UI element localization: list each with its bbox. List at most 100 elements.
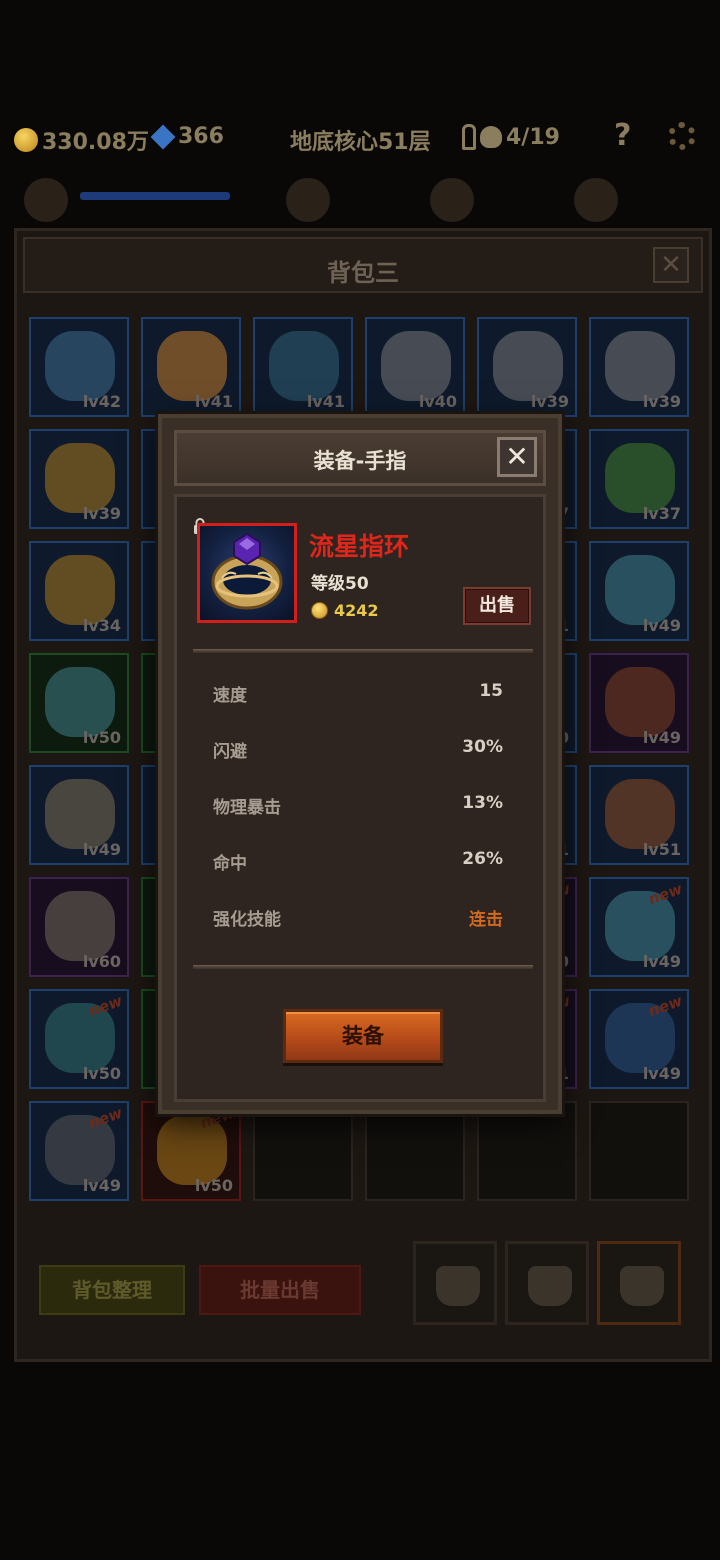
bag-close-button[interactable]: ✕ xyxy=(653,247,689,283)
hero-portrait[interactable] xyxy=(286,178,330,222)
item-thumbnail xyxy=(45,891,115,961)
stat-label: 速度 xyxy=(213,686,247,706)
item-thumbnail xyxy=(45,331,115,401)
inventory-slot[interactable]: lv34 xyxy=(29,541,129,641)
slot-level: lv40 xyxy=(418,392,457,411)
inventory-slot[interactable]: lv49 xyxy=(29,765,129,865)
dialog-body: 流星指环 等级50 4242 出售 速度 15 闪避 30% 物理暴击 13% 命中 26% 强… xyxy=(174,494,546,1102)
slot-level: lv60 xyxy=(82,952,121,971)
slot-level: lv49 xyxy=(642,952,681,971)
stat-value: 15 xyxy=(479,681,503,701)
bag-tab-3[interactable] xyxy=(597,1241,681,1325)
kill-counter: 4/19 xyxy=(462,124,560,150)
sort-bag-button[interactable]: 背包整理 xyxy=(39,1265,185,1315)
help-button[interactable]: ? xyxy=(614,118,631,153)
slot-level: lv49 xyxy=(82,1176,121,1195)
hero-strip xyxy=(10,176,710,226)
inventory-slot[interactable]: lv49 xyxy=(589,653,689,753)
inventory-slot[interactable]: lv39 xyxy=(29,429,129,529)
resource-bar: 330.08万 366 地底核心51层 4/19 ? xyxy=(0,112,720,162)
slot-level: lv42 xyxy=(82,392,121,411)
inventory-slot[interactable]: lv49 xyxy=(589,541,689,641)
inventory-slot[interactable]: lv51 xyxy=(589,765,689,865)
inventory-slot[interactable]: lv42 xyxy=(29,317,129,417)
gold-coin-icon xyxy=(14,128,38,152)
bag-title-bar: 背包三 ✕ xyxy=(23,237,703,293)
slot-level: lv49 xyxy=(642,728,681,747)
hero-portrait[interactable] xyxy=(430,178,474,222)
inventory-slot[interactable]: lv50 xyxy=(29,653,129,753)
stat-label: 闪避 xyxy=(213,742,247,762)
bag-tab-2[interactable] xyxy=(505,1241,589,1325)
inventory-slot[interactable]: lv49 new xyxy=(29,1101,129,1201)
inventory-slot[interactable]: lv50 new xyxy=(141,1101,241,1201)
inventory-slot[interactable] xyxy=(365,1101,465,1201)
item-thumbnail xyxy=(605,667,675,737)
stat-row: 命中 26% xyxy=(213,845,503,875)
item-icon-frame xyxy=(197,523,297,623)
slot-level: lv39 xyxy=(530,392,569,411)
location-text: 地底核心51层 xyxy=(290,130,431,155)
gold-counter: 330.08万 xyxy=(14,124,149,156)
slot-level: lv51 xyxy=(642,840,681,859)
divider xyxy=(193,965,533,969)
stat-value: 26% xyxy=(462,849,503,869)
inventory-slot[interactable]: lv50 new xyxy=(29,989,129,1089)
inventory-slot[interactable]: lv60 xyxy=(29,877,129,977)
item-thumbnail xyxy=(45,667,115,737)
stat-value: 连击 xyxy=(469,910,503,930)
stat-label: 强化技能 xyxy=(213,910,281,930)
inventory-slot[interactable]: lv40 xyxy=(365,317,465,417)
item-level: 等级50 xyxy=(311,574,369,594)
ring-icon xyxy=(211,532,283,610)
inventory-slot[interactable]: lv39 xyxy=(477,317,577,417)
item-thumbnail xyxy=(45,443,115,513)
inventory-slot[interactable] xyxy=(477,1101,577,1201)
inventory-slot[interactable]: lv49 new xyxy=(589,877,689,977)
bulk-sell-button[interactable]: 批量出售 xyxy=(199,1265,361,1315)
bag-title: 背包三 xyxy=(327,259,399,287)
kill-count: 4/19 xyxy=(506,124,560,150)
item-thumbnail xyxy=(605,779,675,849)
gear-icon xyxy=(668,122,696,150)
dialog-close-button[interactable]: ✕ xyxy=(497,437,537,477)
bag-tab-1[interactable] xyxy=(413,1241,497,1325)
stat-row: 强化技能 连击 xyxy=(213,901,503,931)
equip-button[interactable]: 装备 xyxy=(283,1009,443,1063)
slot-level: lv37 xyxy=(642,504,681,523)
question-mark-icon: ? xyxy=(614,118,632,153)
item-thumbnail xyxy=(45,779,115,849)
hero-portrait[interactable] xyxy=(24,178,68,222)
stat-row: 物理暴击 13% xyxy=(213,789,503,819)
inventory-slot[interactable] xyxy=(589,1101,689,1201)
stat-value: 30% xyxy=(462,737,503,757)
slot-level: lv39 xyxy=(642,392,681,411)
slot-level: lv50 xyxy=(82,728,121,747)
inventory-slot[interactable]: lv39 xyxy=(589,317,689,417)
slot-level: lv34 xyxy=(82,616,121,635)
gold-amount: 330.08万 xyxy=(42,130,149,155)
inventory-slot[interactable]: lv41 xyxy=(253,317,353,417)
inventory-slot[interactable] xyxy=(253,1101,353,1201)
item-thumbnail xyxy=(157,331,227,401)
slot-level: lv49 xyxy=(82,840,121,859)
gem-icon xyxy=(150,124,176,149)
hero-xp-bar xyxy=(80,192,230,200)
divider xyxy=(193,649,533,653)
settings-button[interactable] xyxy=(668,122,696,150)
dialog-title: 装备-手指 xyxy=(313,449,407,473)
item-price-value: 4242 xyxy=(334,601,379,620)
inventory-slot[interactable]: lv41 xyxy=(141,317,241,417)
inventory-slot[interactable]: lv49 new xyxy=(589,989,689,1089)
item-thumbnail xyxy=(605,443,675,513)
sell-button[interactable]: 出售 xyxy=(463,587,531,625)
hero-portrait[interactable] xyxy=(574,178,618,222)
item-thumbnail xyxy=(45,555,115,625)
stat-value: 13% xyxy=(462,793,503,813)
bag-sack-icon xyxy=(620,1266,664,1306)
gold-coin-icon xyxy=(311,602,328,619)
inventory-slot[interactable]: lv37 xyxy=(589,429,689,529)
equipment-dialog: 装备-手指 ✕ 流星指环 等级50 4242 出售 速度 15 闪避 30% 物… xyxy=(158,414,562,1114)
slot-level: lv41 xyxy=(194,392,233,411)
gem-counter: 366 xyxy=(150,124,224,149)
